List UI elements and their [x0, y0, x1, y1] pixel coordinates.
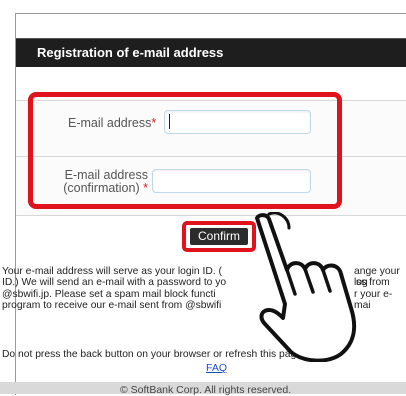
copyright-text: © SoftBank Corp. All rights reserved.: [120, 384, 292, 396]
confirm-button[interactable]: Confirm: [190, 228, 248, 245]
notice-line-3: @sbwifi.jp. Please set a spam mail block…: [2, 288, 216, 300]
faq-link[interactable]: FAQ: [206, 362, 227, 374]
page-footer: © SoftBank Corp. All rights reserved.: [0, 382, 406, 396]
page-header: Registration of e-mail address: [16, 38, 406, 67]
notice-line-4: program to receive our e-mail sent from …: [2, 300, 222, 312]
pointing-hand-icon: [255, 212, 357, 362]
notice-line-2: ID.) We will send an e-mail with a passw…: [2, 277, 227, 289]
page-title: Registration of e-mail address: [37, 45, 224, 60]
notice-line-1: Your e-mail address will serve as your l…: [2, 266, 222, 277]
fields-highlight-box: [28, 92, 342, 209]
